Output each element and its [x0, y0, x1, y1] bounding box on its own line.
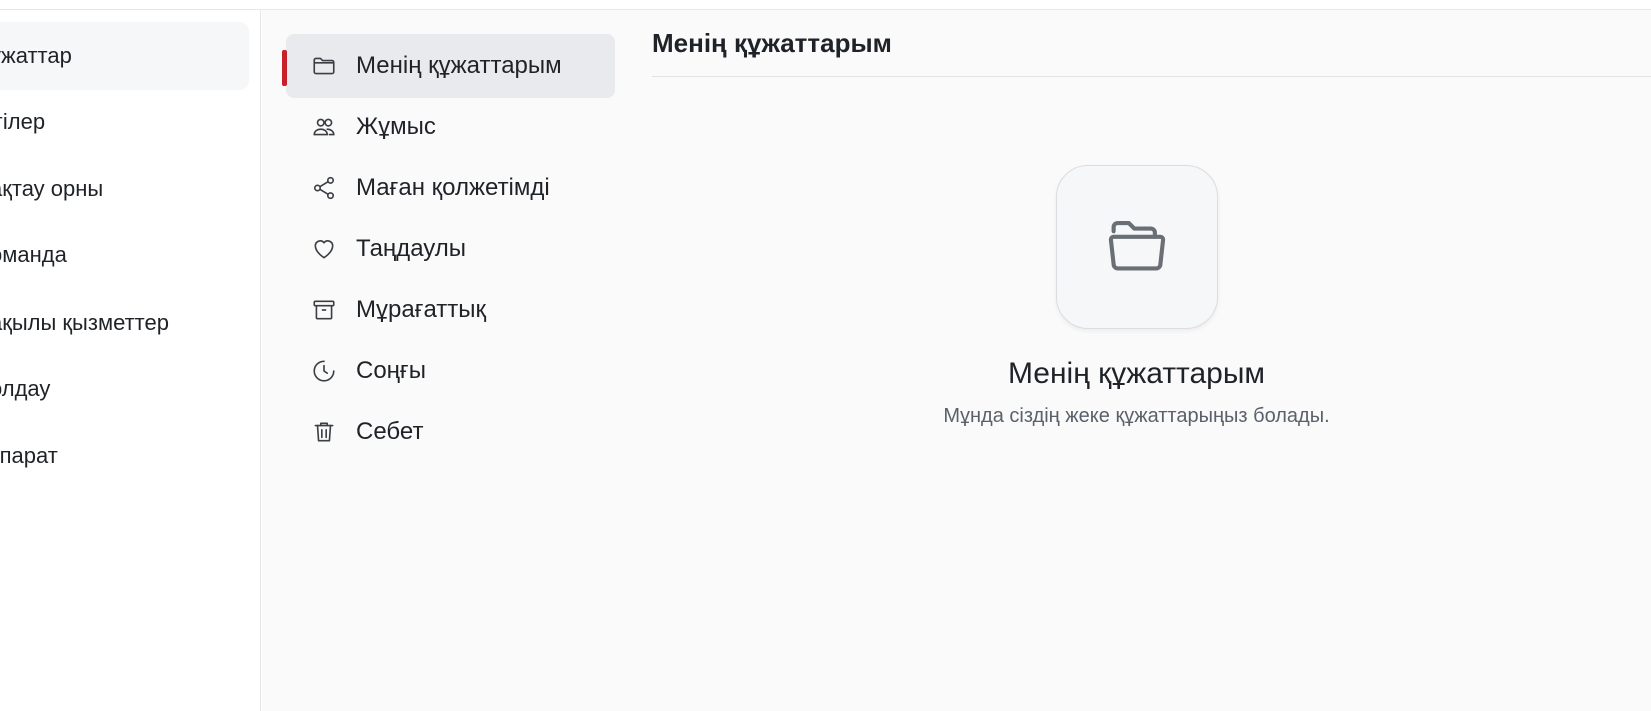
sidebar-item-label: олдау	[0, 376, 51, 401]
empty-state-tile	[1055, 165, 1218, 329]
nav-item-label: Маған қолжетімді	[356, 174, 550, 201]
open-folder-icon	[1104, 212, 1170, 283]
nav-item-work[interactable]: Жұмыс	[286, 95, 615, 159]
sidebar-item-storage[interactable]: ақтау орны	[0, 155, 249, 223]
active-indicator	[282, 50, 287, 86]
sidebar-item-label: ігілер	[0, 109, 46, 134]
sidebar-item-label: ақтау орны	[0, 176, 104, 201]
documents-nav: Менің құжаттарым Жұмыс Маған қолжетімді …	[262, 10, 622, 711]
users-icon	[310, 113, 338, 141]
sidebar-item-label: ұжаттар	[0, 43, 72, 68]
nav-item-label: Соңғы	[356, 357, 426, 384]
app-window: ұжаттар ігілер ақтау орны оманда ақылы қ…	[0, 0, 1651, 711]
nav-item-label: Себет	[356, 418, 424, 445]
nav-item-archived[interactable]: Мұрағаттық	[286, 278, 615, 342]
sidebar-item-label: қпарат	[0, 443, 58, 468]
main-content: Менің құжаттарым Менің құжаттарым Мұнда …	[622, 10, 1651, 711]
nav-item-label: Мұрағаттық	[356, 296, 486, 323]
sidebar-item-label: оманда	[0, 242, 67, 267]
empty-state-description: Мұнда сіздің жеке құжаттарыңыз болады.	[943, 405, 1330, 427]
empty-state-title: Менің құжаттарым	[1007, 357, 1266, 390]
nav-item-shared-with-me[interactable]: Маған қолжетімді	[286, 156, 615, 220]
nav-item-recent[interactable]: Соңғы	[286, 339, 615, 403]
nav-item-favorites[interactable]: Таңдаулы	[286, 217, 615, 281]
share-icon	[310, 174, 338, 202]
clock-icon	[310, 357, 338, 385]
sidebar-item-templates[interactable]: ігілер	[0, 88, 249, 156]
sidebar-item-documents[interactable]: ұжаттар	[0, 22, 249, 90]
archive-icon	[310, 296, 338, 324]
heart-icon	[310, 235, 338, 263]
top-bar	[0, 0, 1651, 10]
sidebar-item-info[interactable]: қпарат	[0, 422, 249, 490]
nav-item-label: Жұмыс	[356, 113, 436, 140]
folder-icon	[310, 52, 338, 80]
sidebar-item-team[interactable]: оманда	[0, 221, 249, 289]
nav-item-label: Таңдаулы	[356, 235, 466, 262]
sidebar-item-paid-services[interactable]: ақылы қызметтер	[0, 289, 249, 357]
nav-item-my-documents[interactable]: Менің құжаттарым	[282, 34, 615, 98]
primary-sidebar: ұжаттар ігілер ақтау орны оманда ақылы қ…	[0, 10, 261, 711]
nav-item-label: Менің құжаттарым	[356, 52, 562, 79]
sidebar-item-support[interactable]: олдау	[0, 355, 249, 423]
nav-item-trash[interactable]: Себет	[286, 400, 615, 464]
empty-state: Менің құжаттарым Мұнда сіздің жеке құжат…	[622, 165, 1651, 428]
main-header: Менің құжаттарым	[652, 10, 1651, 77]
sidebar-item-label: ақылы қызметтер	[0, 310, 169, 335]
trash-icon	[310, 418, 338, 446]
page-title: Менің құжаттарым	[652, 27, 892, 58]
